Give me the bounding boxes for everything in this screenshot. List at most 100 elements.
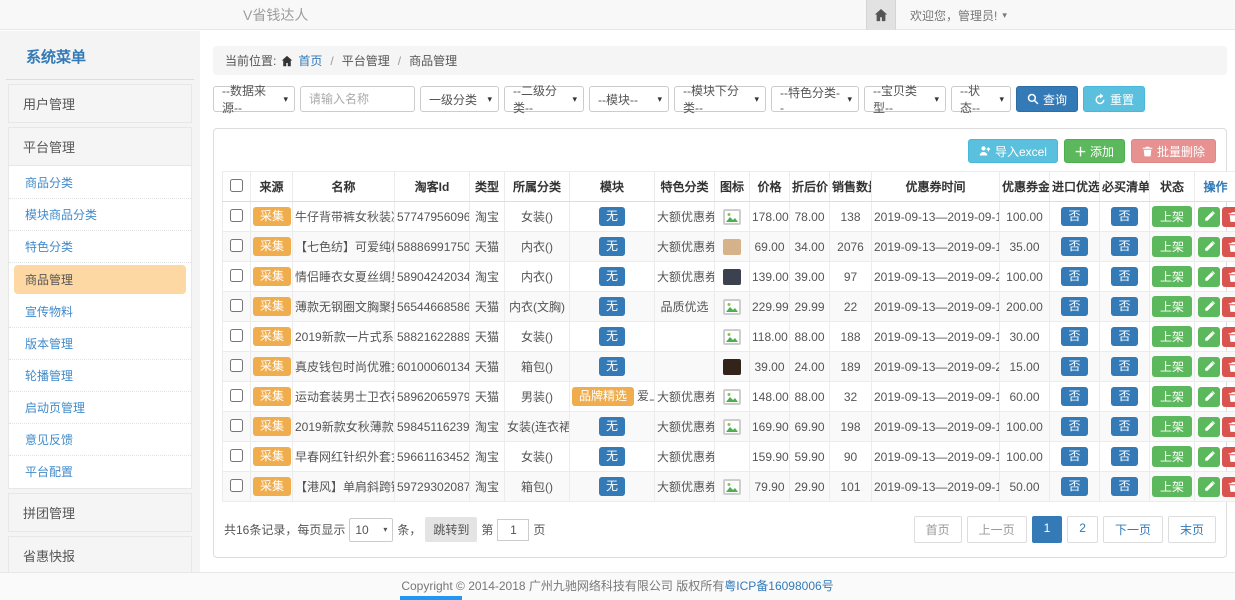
batch-delete-button[interactable]: 批量删除 [1131,139,1216,163]
sidebar-menu-0[interactable]: 用户管理 [9,85,191,122]
page-2[interactable]: 2 [1067,516,1098,543]
breadcrumb-home-link[interactable]: 首页 [298,52,322,69]
row-checkbox[interactable] [230,419,243,432]
row-checkbox[interactable] [230,389,243,402]
delete-button[interactable] [1222,207,1235,227]
per-page-select[interactable]: 10 ▾ [349,518,393,542]
import-select-toggle[interactable]: 否 [1061,327,1087,347]
delete-button[interactable] [1222,357,1235,377]
page-prev[interactable]: 上一页 [967,516,1027,543]
sidebar-subitem-1-2[interactable]: 特色分类 [9,231,191,263]
status-on-shelf-button[interactable]: 上架 [1152,206,1192,227]
sidebar-subitem-1-1[interactable]: 模块商品分类 [9,199,191,231]
home-button[interactable] [866,0,896,30]
filter-select-module-sub-category[interactable]: --模块下分类--▾ [674,86,766,112]
jump-button[interactable]: 跳转到 [425,517,477,542]
must-buy-toggle[interactable]: 否 [1111,447,1137,467]
page-1[interactable]: 1 [1032,516,1063,543]
page-first[interactable]: 首页 [914,516,962,543]
must-buy-toggle[interactable]: 否 [1111,267,1137,287]
delete-button[interactable] [1222,417,1235,437]
must-buy-toggle[interactable]: 否 [1111,237,1137,257]
sidebar-subitem-1-7[interactable]: 启动页管理 [9,392,191,424]
filter-select-item-type[interactable]: --宝贝类型--▾ [864,86,946,112]
must-buy-toggle[interactable]: 否 [1111,357,1137,377]
row-checkbox[interactable] [230,299,243,312]
query-button[interactable]: 查询 [1016,86,1078,112]
must-buy-toggle[interactable]: 否 [1111,297,1137,317]
import-select-toggle[interactable]: 否 [1061,297,1087,317]
edit-button[interactable] [1198,417,1220,437]
status-on-shelf-button[interactable]: 上架 [1152,296,1192,317]
edit-button[interactable] [1198,357,1220,377]
filter-select-status[interactable]: --状态--▾ [951,86,1011,112]
import-select-toggle[interactable]: 否 [1061,447,1087,467]
edit-button[interactable] [1198,237,1220,257]
sidebar-subitem-1-8[interactable]: 意见反馈 [9,424,191,456]
filter-select-feature-category[interactable]: --特色分类--▾ [771,86,859,112]
edit-button[interactable] [1198,387,1220,407]
row-checkbox[interactable] [230,329,243,342]
edit-button[interactable] [1198,447,1220,467]
sidebar-menu-2[interactable]: 拼团管理 [9,494,191,531]
edit-button[interactable] [1198,267,1220,287]
import-select-toggle[interactable]: 否 [1061,267,1087,287]
sidebar-subitem-1-9[interactable]: 平台配置 [9,456,191,487]
delete-button[interactable] [1222,237,1235,257]
import-select-toggle[interactable]: 否 [1061,357,1087,377]
icp-link[interactable]: 粤ICP备16098006号 [724,579,833,593]
filter-select-level1-category[interactable]: 一级分类▾ [420,86,499,112]
edit-button[interactable] [1198,297,1220,317]
delete-button[interactable] [1222,447,1235,467]
filter-select-level2-category[interactable]: --二级分类--▾ [504,86,584,112]
sidebar-menu-3[interactable]: 省惠快报 [9,537,191,572]
sidebar-subitem-1-5[interactable]: 版本管理 [9,328,191,360]
sidebar-menu-1[interactable]: 平台管理 [9,128,191,165]
must-buy-toggle[interactable]: 否 [1111,387,1137,407]
edit-button[interactable] [1198,477,1220,497]
delete-button[interactable] [1222,327,1235,347]
edit-button[interactable] [1198,327,1220,347]
must-buy-toggle[interactable]: 否 [1111,207,1137,227]
row-checkbox[interactable] [230,269,243,282]
edit-button[interactable] [1198,207,1220,227]
import-excel-button[interactable]: 导入excel [968,139,1058,163]
select-all-checkbox[interactable] [230,179,243,192]
page-last[interactable]: 末页 [1168,516,1216,543]
status-on-shelf-button[interactable]: 上架 [1152,446,1192,467]
filter-select-module[interactable]: --模块--▾ [589,86,669,112]
sidebar-subitem-1-4[interactable]: 宣传物料 [9,296,191,328]
status-on-shelf-button[interactable]: 上架 [1152,326,1192,347]
status-on-shelf-button[interactable]: 上架 [1152,476,1192,497]
status-on-shelf-button[interactable]: 上架 [1152,356,1192,377]
add-button[interactable]: 添加 [1064,139,1125,163]
status-on-shelf-button[interactable]: 上架 [1152,236,1192,257]
status-on-shelf-button[interactable]: 上架 [1152,386,1192,407]
row-checkbox[interactable] [230,479,243,492]
filter-select-data-source[interactable]: --数据来源-- ▾ [213,86,295,112]
import-select-toggle[interactable]: 否 [1061,387,1087,407]
import-select-toggle[interactable]: 否 [1061,237,1087,257]
name-search-input[interactable] [300,86,415,112]
row-checkbox[interactable] [230,359,243,372]
import-select-toggle[interactable]: 否 [1061,417,1087,437]
reset-button[interactable]: 重置 [1083,86,1145,112]
must-buy-toggle[interactable]: 否 [1111,477,1137,497]
delete-button[interactable] [1222,477,1235,497]
delete-button[interactable] [1222,297,1235,317]
sidebar-subitem-1-6[interactable]: 轮播管理 [9,360,191,392]
jump-page-input[interactable] [497,519,529,541]
must-buy-toggle[interactable]: 否 [1111,417,1137,437]
row-checkbox[interactable] [230,449,243,462]
user-menu[interactable]: 欢迎您，管理员! ▾ [896,0,1021,30]
status-on-shelf-button[interactable]: 上架 [1152,416,1192,437]
sidebar-subitem-1-0[interactable]: 商品分类 [9,167,191,199]
delete-button[interactable] [1222,387,1235,407]
status-on-shelf-button[interactable]: 上架 [1152,266,1192,287]
must-buy-toggle[interactable]: 否 [1111,327,1137,347]
import-select-toggle[interactable]: 否 [1061,207,1087,227]
import-select-toggle[interactable]: 否 [1061,477,1087,497]
page-next[interactable]: 下一页 [1103,516,1163,543]
row-checkbox[interactable] [230,209,243,222]
sidebar-subitem-1-3[interactable]: 商品管理 [14,265,186,294]
